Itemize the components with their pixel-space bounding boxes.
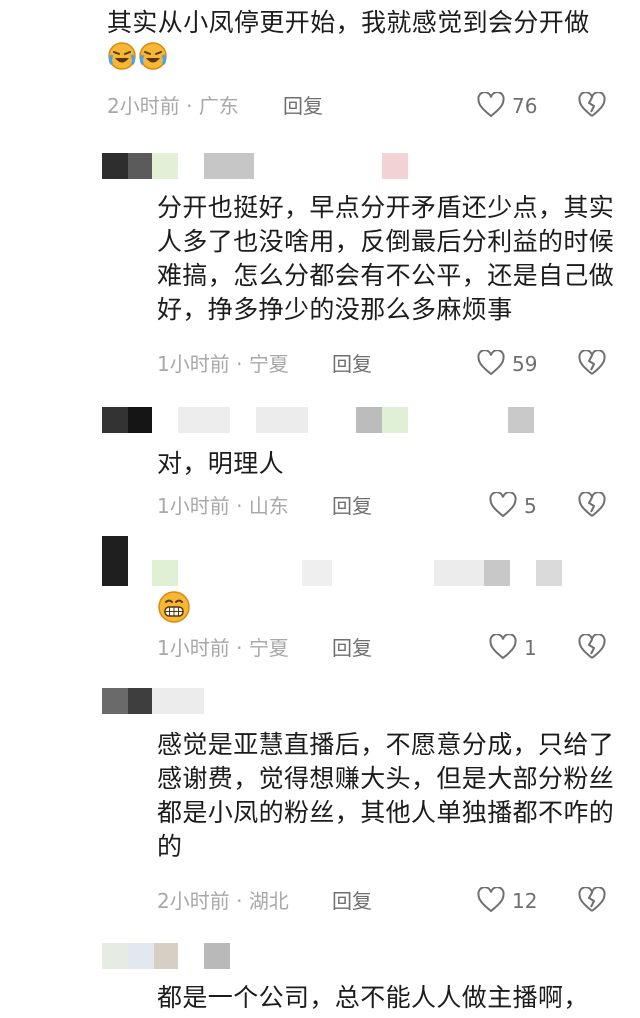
comment-meta: 1小时前 · 宁夏 — [157, 635, 289, 661]
comment-text: 分开也挺好，早点分开矛盾还少点，其实人多了也没啥用，反倒最后分利益的时候难搞，怎… — [157, 193, 615, 324]
reply-button[interactable]: 回复 — [283, 93, 323, 119]
comment: 都是一个公司，总不能人人做主播啊， — [0, 935, 640, 1018]
comment-location: 广东 — [198, 94, 239, 118]
meta-separator: · — [236, 889, 243, 913]
meta-separator: · — [236, 352, 243, 376]
comment-location: 宁夏 — [248, 352, 289, 376]
comment: 分开也挺好，早点分开矛盾还少点，其实人多了也没啥用，反倒最后分利益的时候难搞，怎… — [0, 145, 640, 385]
meta-separator: · — [236, 636, 243, 660]
reply-button[interactable]: 回复 — [332, 493, 372, 519]
comment-meta: 1小时前 · 宁夏 — [157, 351, 289, 377]
like-count: 12 — [512, 889, 538, 913]
like-button[interactable] — [489, 634, 517, 660]
heart-outline-icon — [477, 887, 505, 913]
avatar[interactable] — [102, 943, 178, 969]
broken-heart-icon — [578, 350, 606, 375]
like-button[interactable] — [477, 887, 505, 913]
comment: 1小时前 · 宁夏 回复 1 — [0, 530, 640, 670]
comment: 感觉是亚慧直播后，不愿意分成，只给了感谢费，觉得想赚大头，但是大部分粉丝都是小凤… — [0, 680, 640, 925]
like-count: 59 — [512, 352, 538, 376]
like-button[interactable] — [489, 492, 517, 518]
comment-meta: 2小时前 · 广东 — [107, 93, 239, 119]
comment-location: 湖北 — [248, 889, 289, 913]
broken-heart-icon — [578, 887, 606, 912]
broken-heart-icon — [578, 492, 606, 517]
comment-time: 1小时前 — [157, 494, 230, 518]
avatar[interactable] — [102, 688, 152, 714]
username[interactable] — [152, 153, 412, 179]
meta-separator: · — [186, 94, 193, 118]
reply-button[interactable]: 回复 — [332, 351, 372, 377]
avatar[interactable] — [102, 536, 128, 586]
heart-outline-icon — [477, 92, 505, 118]
comment-meta: 2小时前 · 湖北 — [157, 888, 289, 914]
comment-time: 1小时前 — [157, 352, 230, 376]
dislike-button[interactable] — [578, 634, 606, 660]
broken-heart-icon — [578, 92, 606, 117]
dislike-button[interactable] — [578, 492, 606, 518]
comment-time: 1小时前 — [157, 636, 230, 660]
dislike-button[interactable] — [578, 92, 606, 118]
like-button[interactable] — [477, 350, 505, 376]
username[interactable] — [204, 943, 230, 969]
dislike-button[interactable] — [578, 350, 606, 376]
comment-meta: 1小时前 · 山东 — [157, 493, 289, 519]
like-count: 5 — [524, 494, 537, 518]
heart-outline-icon — [489, 634, 517, 660]
avatar[interactable] — [102, 153, 152, 179]
comment-text: 都是一个公司，总不能人人做主播啊， — [157, 983, 589, 1012]
reply-button[interactable]: 回复 — [332, 635, 372, 661]
comment: 其实从小凤停更开始，我就感觉到会分开做 2小时前 · 广东 回复 76 — [0, 0, 640, 125]
laugh-cry-emoji-icon — [107, 41, 169, 71]
username[interactable] — [152, 560, 572, 586]
reply-button[interactable]: 回复 — [332, 888, 372, 914]
comment-text: 感觉是亚慧直播后，不愿意分成，只给了感谢费，觉得想赚大头，但是大部分粉丝都是小凤… — [157, 730, 615, 861]
grin-emoji-icon — [157, 590, 191, 624]
heart-outline-icon — [489, 492, 517, 518]
comment: 对，明理人 1小时前 · 山东 回复 5 — [0, 400, 640, 525]
heart-outline-icon — [477, 350, 505, 376]
comment-text: 对，明理人 — [157, 449, 285, 478]
comment-time: 2小时前 — [157, 889, 230, 913]
like-button[interactable] — [477, 92, 505, 118]
like-count: 76 — [512, 94, 538, 118]
username[interactable] — [152, 688, 206, 714]
comment-text: 其实从小凤停更开始，我就感觉到会分开做 — [107, 6, 617, 74]
comment-time: 2小时前 — [107, 94, 180, 118]
dislike-button[interactable] — [578, 887, 606, 913]
meta-separator: · — [236, 494, 243, 518]
comment-location: 宁夏 — [248, 636, 289, 660]
avatar[interactable] — [102, 407, 152, 433]
broken-heart-icon — [578, 634, 606, 659]
like-count: 1 — [524, 636, 537, 660]
username[interactable] — [178, 407, 538, 433]
comment-location: 山东 — [248, 494, 289, 518]
